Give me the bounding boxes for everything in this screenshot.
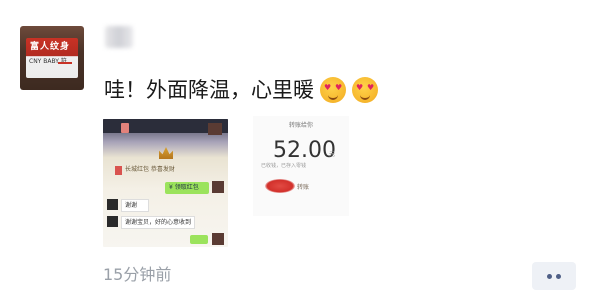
heart-eye-left-icon: ♥ xyxy=(324,83,332,92)
redacted-mark xyxy=(265,179,295,193)
chat-green-bubble-small xyxy=(190,235,208,244)
more-options-button[interactable] xyxy=(532,262,576,290)
crown-icon xyxy=(159,147,173,159)
chat-avatar-left xyxy=(107,199,118,210)
more-dots-icon xyxy=(556,274,561,279)
redpacket-label: 长城红包 恭喜发财 xyxy=(125,166,175,173)
chat-avatar-top-right xyxy=(208,123,222,135)
chat-left-bubble: 谢谢宝贝，好的心意收到 xyxy=(121,216,195,229)
payment-amount: 52.00 xyxy=(273,138,336,163)
redpacket-row: 长城红包 恭喜发财 xyxy=(115,165,215,175)
chat-green-bubble: ¥ 领取红包 xyxy=(165,182,209,194)
emoji-mouth xyxy=(328,93,338,100)
heart-eye-right-icon: ♥ xyxy=(335,83,343,92)
heart-eyes-emoji-icon: ♥ ♥ xyxy=(352,77,378,103)
chat-pink-box xyxy=(121,123,129,133)
payment-currency: 元 xyxy=(329,151,336,158)
chat-avatar-left xyxy=(107,216,118,227)
emoji-mouth xyxy=(360,93,370,100)
photo-thumbnail-chat-screenshot[interactable]: 长城红包 恭喜发财 ¥ 领取红包 谢谢 谢谢宝贝，好的心意收到 xyxy=(103,119,228,247)
redpacket-icon xyxy=(115,166,122,175)
payment-right-text: 转账 xyxy=(297,184,310,191)
avatar-sign-top-text: 富人纹身 xyxy=(30,42,71,52)
post-timestamp: 15分钟前 xyxy=(103,265,172,284)
post-text: 哇！外面降温，心里暖 ♥ ♥ ♥ ♥ xyxy=(104,76,378,104)
chat-avatar-right xyxy=(212,233,224,245)
chat-avatar-right xyxy=(212,181,224,193)
avatar[interactable]: 富人纹身 CNY BABY 符 xyxy=(20,26,84,90)
heart-eye-right-icon: ♥ xyxy=(367,83,375,92)
chat-left-bubble: 谢谢 xyxy=(121,199,149,212)
post-text-content: 哇！外面降温，心里暖 xyxy=(104,78,314,102)
more-dots-icon xyxy=(547,274,552,279)
heart-eye-left-icon: ♥ xyxy=(356,83,364,92)
payment-note: 已收钱，已存入零钱 xyxy=(261,163,307,169)
avatar-arrow xyxy=(58,62,72,64)
payment-top-text: 转账给你 xyxy=(288,122,313,129)
heart-eyes-emoji-icon: ♥ ♥ xyxy=(320,77,346,103)
nickname-blurred[interactable] xyxy=(105,26,133,48)
photo-thumbnail-payment-screenshot[interactable]: 转账给你 52.00 元 已收钱，已存入零钱 转账 xyxy=(253,116,349,216)
